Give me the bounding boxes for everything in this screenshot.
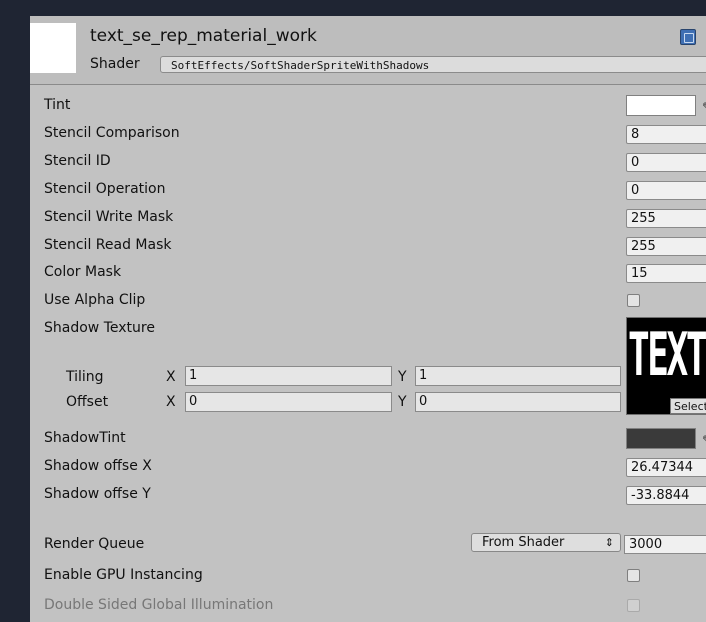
stencil-id-label: Stencil ID — [44, 153, 111, 169]
tiling-y-axis-label: Y — [398, 369, 407, 385]
offset-y-field[interactable]: 0 — [415, 392, 621, 412]
shader-label: Shader — [90, 56, 140, 72]
stencil-id-field[interactable]: 0 — [626, 153, 706, 172]
color-mask-field[interactable]: 15 — [626, 264, 706, 283]
offset-x-axis-label: X — [166, 394, 176, 410]
render-queue-label: Render Queue — [44, 536, 145, 552]
shadow-offset-y-label: Shadow offse Y — [44, 486, 151, 502]
tint-label: Tint — [44, 97, 71, 113]
color-mask-label: Color Mask — [44, 264, 122, 280]
offset-label: Offset — [66, 394, 109, 410]
material-preview-thumbnail — [30, 23, 76, 73]
offset-x-field[interactable]: 0 — [185, 392, 392, 412]
render-queue-dropdown[interactable]: From Shader ⇕ — [471, 533, 621, 552]
offset-y-axis-label: Y — [398, 394, 407, 410]
stencil-operation-label: Stencil Operation — [44, 181, 166, 197]
shadow-tint-label: ShadowTint — [44, 430, 126, 446]
stencil-comparison-label: Stencil Comparison — [44, 125, 180, 141]
stencil-read-mask-field[interactable]: 255 — [626, 237, 706, 256]
render-queue-value-field[interactable]: 3000 — [624, 535, 706, 554]
texture-preview-text: TEXT — [628, 320, 706, 390]
shadow-offset-y-field[interactable]: -33.8844 — [626, 486, 706, 505]
double-sided-gi-label: Double Sided Global Illumination — [44, 597, 274, 613]
stencil-write-mask-label: Stencil Write Mask — [44, 209, 174, 225]
material-name: text_se_rep_material_work — [90, 26, 317, 46]
double-sided-gi-checkbox — [627, 599, 640, 612]
use-alpha-clip-label: Use Alpha Clip — [44, 292, 146, 308]
stencil-read-mask-label: Stencil Read Mask — [44, 237, 172, 253]
tint-color-field[interactable] — [626, 95, 696, 116]
gpu-instancing-label: Enable GPU Instancing — [44, 567, 203, 583]
shadow-tint-color-field[interactable] — [626, 428, 696, 449]
material-inspector: text_se_rep_material_work Shader SoftEff… — [30, 16, 706, 622]
stencil-comparison-field[interactable]: 8 — [626, 125, 706, 144]
tiling-x-field[interactable]: 1 — [185, 366, 392, 386]
texture-select-button[interactable]: Select — [670, 398, 706, 414]
shadow-offset-x-label: Shadow offse X — [44, 458, 152, 474]
dropdown-arrows-icon: ⇕ — [604, 536, 614, 549]
shadow-texture-label: Shadow Texture — [44, 320, 155, 336]
gpu-instancing-checkbox[interactable] — [627, 569, 640, 582]
tiling-label: Tiling — [66, 369, 104, 385]
shadow-offset-x-field[interactable]: 26.47344 — [626, 458, 706, 477]
use-alpha-clip-checkbox[interactable] — [627, 294, 640, 307]
tint-eyedropper-icon[interactable]: ✎ — [702, 100, 706, 114]
stencil-operation-field[interactable]: 0 — [626, 181, 706, 200]
shadow-tint-eyedropper-icon[interactable]: ✎ — [702, 433, 706, 447]
render-queue-mode: From Shader — [482, 535, 565, 550]
stencil-write-mask-field[interactable]: 255 — [626, 209, 706, 228]
shadow-texture-preview[interactable]: TEXT Select — [626, 317, 706, 415]
tiling-y-field[interactable]: 1 — [415, 366, 621, 386]
shader-dropdown[interactable]: SoftEffects/SoftShaderSpriteWithShadows — [160, 56, 706, 73]
tiling-x-axis-label: X — [166, 369, 176, 385]
material-header: text_se_rep_material_work Shader SoftEff… — [30, 16, 706, 85]
help-book-icon[interactable] — [680, 29, 696, 45]
